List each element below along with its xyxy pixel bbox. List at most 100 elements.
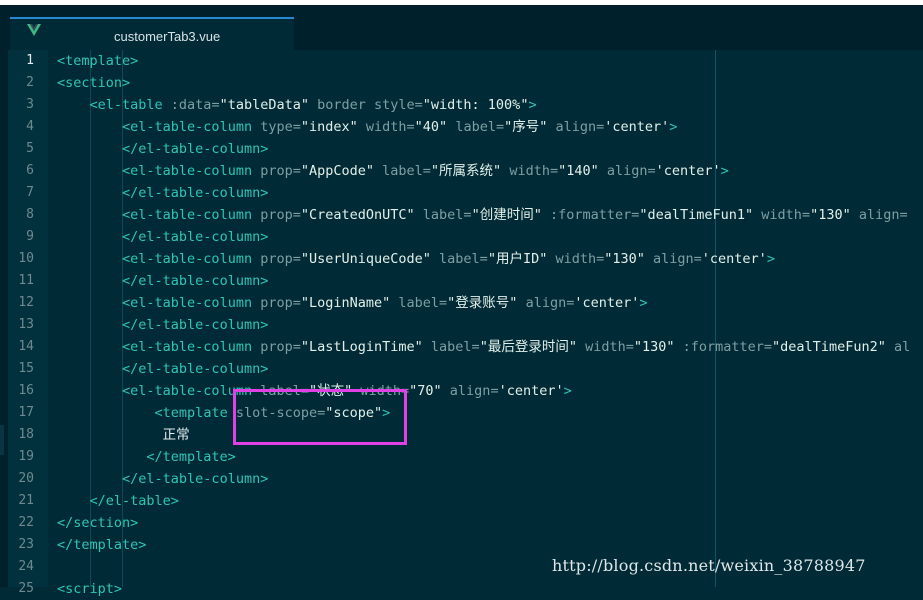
code-line[interactable]: 16 <el-table-column label="状态" width="70…	[8, 380, 923, 402]
code-token: align=	[644, 251, 702, 267]
code-text: </el-table-column>	[57, 138, 268, 160]
watermark: http://blog.csdn.net/weixin_38788947	[552, 556, 866, 575]
code-token: <template	[154, 405, 228, 421]
code-token: </el-table-column>	[122, 141, 269, 157]
code-text: </el-table-column>	[57, 226, 268, 248]
code-token: "tableData"	[219, 97, 309, 113]
code-line[interactable]: 13 </el-table-column>	[8, 314, 923, 336]
line-number: 23	[18, 537, 34, 552]
code-token: :formatter=	[674, 339, 773, 355]
code-token: <el-table-column	[122, 163, 253, 179]
code-text: </el-table-column>	[57, 314, 268, 336]
code-line[interactable]: 19 </template>	[8, 446, 923, 468]
code-editor[interactable]: 1 <template> 2 <section> 3 <el-table :data="…	[8, 50, 923, 597]
code-line[interactable]: 10 <el-table-column prop="UserUniqueCode…	[8, 248, 923, 270]
code-token: </el-table>	[89, 493, 179, 509]
code-line[interactable]: 5 </el-table-column>	[8, 138, 923, 160]
code-token: 'center'	[701, 251, 767, 267]
line-number: 6	[26, 163, 34, 178]
code-token: "LoginName"	[300, 295, 391, 311]
code-line[interactable]: 3 <el-table :data="tableData" border sty…	[8, 94, 923, 116]
code-token: 'center'	[574, 295, 640, 311]
code-token: <el-table-column	[122, 339, 253, 355]
code-token: prop=	[252, 207, 301, 223]
code-token: width=	[576, 339, 634, 355]
line-number: 7	[26, 185, 34, 200]
code-line[interactable]: 14 <el-table-column prop="LastLoginTime"…	[8, 336, 923, 358]
code-token: 'center'	[604, 119, 670, 135]
code-text: </el-table-column>	[57, 468, 268, 490]
code-text: <template>	[57, 50, 138, 72]
code-line[interactable]: 4 <el-table-column type="index" width="4…	[8, 116, 923, 138]
line-number: 19	[18, 449, 34, 464]
code-token: "所属系统"	[430, 163, 502, 179]
code-token: <el-table-column	[122, 295, 253, 311]
code-text: <el-table-column prop="LoginName" label=…	[57, 292, 647, 314]
code-line[interactable]: 23 </template>	[8, 534, 923, 556]
line-number: 2	[26, 75, 34, 90]
code-token: prop=	[252, 295, 301, 311]
scrollbar-handle[interactable]	[0, 425, 4, 455]
tab-title: customerTab3.vue	[114, 29, 221, 44]
code-line[interactable]: 25 <script>	[8, 578, 923, 600]
code-token: >	[766, 251, 775, 267]
code-line[interactable]: 18 正常	[8, 424, 923, 446]
code-line[interactable]: 7 </el-table-column>	[8, 182, 923, 204]
line-number: 16	[18, 383, 34, 398]
code-line[interactable]: 22 </section>	[8, 512, 923, 534]
code-token: </el-table-column>	[122, 471, 269, 487]
code-text: <el-table-column prop="AppCode" label="所…	[57, 160, 729, 182]
line-number: 24	[18, 559, 34, 574]
code-line[interactable]: 8 <el-table-column prop="CreatedOnUTC" l…	[8, 204, 923, 226]
code-token: "创建时间"	[471, 207, 542, 223]
code-token: <el-table-column	[122, 207, 253, 223]
code-line[interactable]: 12 <el-table-column prop="LoginName" lab…	[8, 292, 923, 314]
code-token: label=	[422, 339, 480, 355]
line-number: 1	[26, 53, 34, 68]
code-token: al	[885, 339, 911, 355]
code-line[interactable]: 15 </el-table-column>	[8, 358, 923, 380]
code-line[interactable]: 20 </el-table-column>	[8, 468, 923, 490]
code-line[interactable]: 9 </el-table-column>	[8, 226, 923, 248]
code-token: "40"	[414, 119, 448, 135]
code-text: <script>	[57, 578, 122, 600]
code-text: </el-table-column>	[57, 270, 268, 292]
code-token: label=	[430, 251, 488, 267]
code-line[interactable]: 17 <template slot-scope="scope">	[8, 402, 923, 424]
code-token: "登录账号"	[447, 295, 518, 311]
code-text: </el-table-column>	[57, 358, 268, 380]
code-token: "序号"	[504, 119, 548, 135]
code-token: "UserUniqueCode"	[300, 251, 431, 267]
code-text: <el-table :data="tableData" border style…	[57, 94, 537, 116]
code-line[interactable]: 6 <el-table-column prop="AppCode" label=…	[8, 160, 923, 182]
code-line[interactable]: 2 <section>	[8, 72, 923, 94]
highlight-box	[233, 389, 407, 445]
code-line[interactable]: 21 </el-table>	[8, 490, 923, 512]
code-token: 'center'	[655, 163, 721, 179]
code-token: </el-table-column>	[122, 185, 269, 201]
code-token: align=	[517, 295, 575, 311]
line-number: 17	[18, 405, 34, 420]
code-token: align=	[598, 163, 656, 179]
code-token: </el-table-column>	[122, 273, 269, 289]
code-line[interactable]: 11 </el-table-column>	[8, 270, 923, 292]
line-number: 13	[18, 317, 34, 332]
code-text: <el-table-column prop="LastLoginTime" la…	[57, 336, 910, 358]
code-token: width=	[547, 251, 605, 267]
code-token: >	[122, 75, 131, 91]
code-token: <template	[57, 53, 131, 69]
code-token: align=	[547, 119, 605, 135]
code-token: "width: 100%"	[422, 97, 529, 113]
code-token: >	[130, 53, 139, 69]
code-line[interactable]: 1 <template>	[8, 50, 923, 72]
line-number: 20	[18, 471, 34, 486]
